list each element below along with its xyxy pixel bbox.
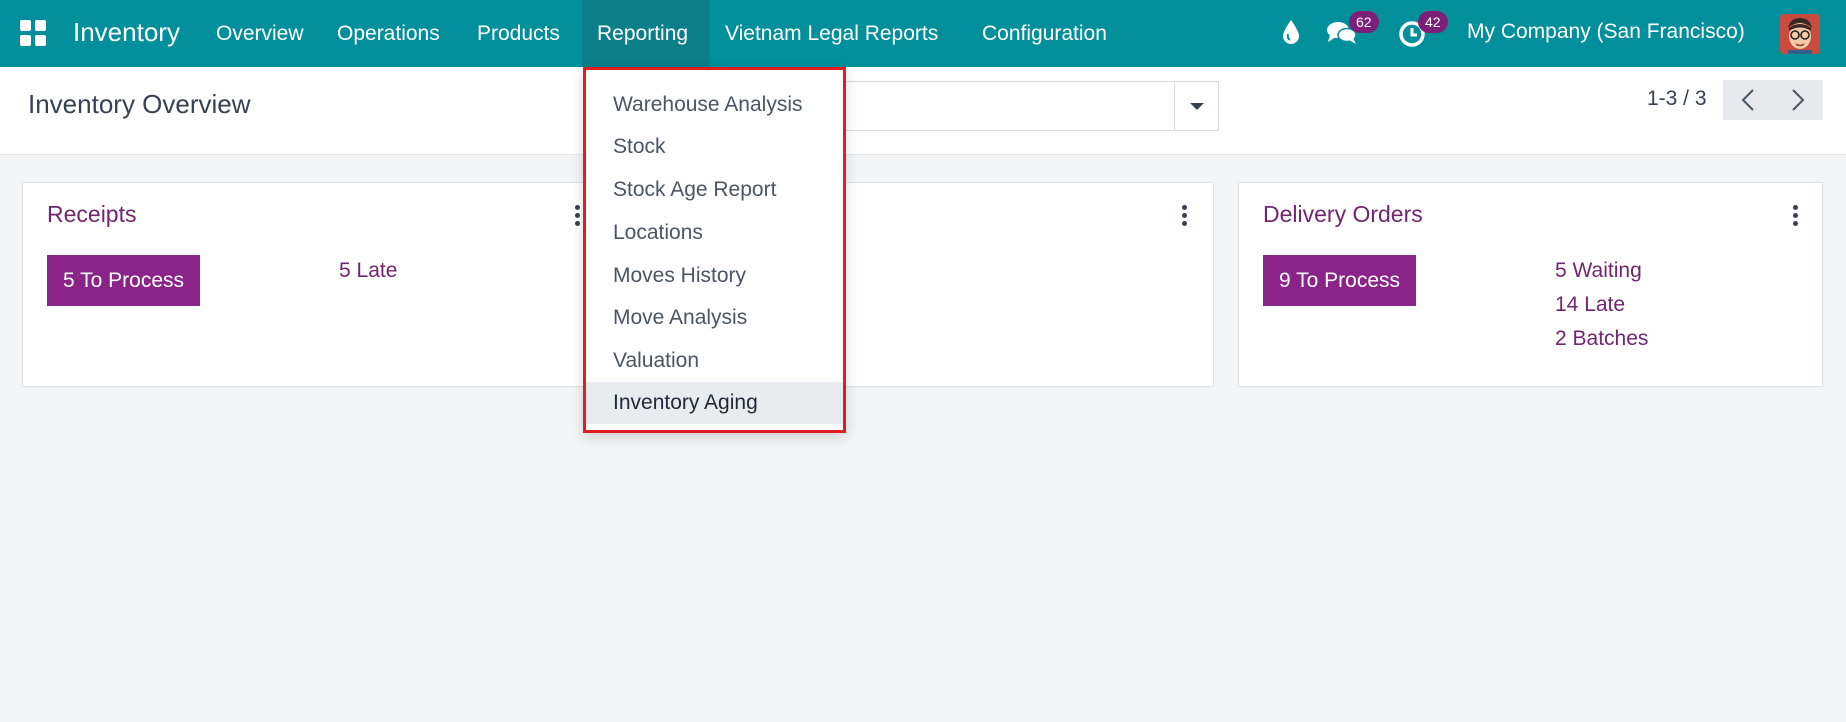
menu-item-valuation[interactable]: Valuation bbox=[586, 340, 843, 382]
pager-value[interactable]: 1-3 / 3 bbox=[1647, 87, 1707, 111]
app-grid-icon[interactable] bbox=[20, 20, 46, 46]
receipts-late-link[interactable]: 5 Late bbox=[339, 259, 397, 283]
delivery-waiting-link[interactable]: 5 Waiting bbox=[1555, 259, 1642, 283]
messages-badge: 62 bbox=[1349, 11, 1379, 33]
menu-configuration[interactable]: Configuration bbox=[967, 0, 1122, 67]
receipts-to-process-button[interactable]: 5 To Process bbox=[47, 255, 201, 306]
pager-previous-button[interactable] bbox=[1723, 80, 1773, 120]
delivery-kebab-icon[interactable] bbox=[1793, 205, 1799, 226]
page-title: Inventory Overview bbox=[28, 89, 251, 119]
middle-card-kebab-icon[interactable] bbox=[1182, 205, 1188, 226]
menu-item-warehouse-analysis[interactable]: Warehouse Analysis bbox=[586, 84, 843, 126]
menu-vietnam-legal-reports[interactable]: Vietnam Legal Reports bbox=[710, 0, 953, 67]
chevron-right-icon bbox=[1792, 89, 1805, 111]
menu-item-moves-history[interactable]: Moves History bbox=[586, 255, 843, 297]
droplet-icon[interactable] bbox=[1282, 19, 1300, 50]
search-input[interactable] bbox=[844, 81, 1219, 131]
control-panel: Inventory Overview 1-3 / 3 bbox=[0, 67, 1846, 155]
menu-reporting[interactable]: Reporting bbox=[582, 0, 709, 67]
delivery-to-process-button[interactable]: 9 To Process bbox=[1263, 255, 1417, 306]
menu-item-locations[interactable]: Locations bbox=[586, 212, 843, 254]
receipts-kebab-icon[interactable] bbox=[575, 205, 581, 226]
top-navbar: Inventory Overview Operations Products R… bbox=[0, 0, 1846, 67]
delivery-late-link[interactable]: 14 Late bbox=[1555, 293, 1625, 317]
caret-down-icon bbox=[1189, 102, 1204, 110]
activities-badge: 42 bbox=[1418, 11, 1448, 33]
user-avatar[interactable] bbox=[1780, 14, 1820, 54]
menu-operations[interactable]: Operations bbox=[322, 0, 455, 67]
menu-overview[interactable]: Overview bbox=[201, 0, 319, 67]
receipts-card: Receipts 5 To Process 5 Late bbox=[22, 182, 592, 387]
menu-item-move-analysis[interactable]: Move Analysis bbox=[586, 297, 843, 339]
menu-item-stock-age-report[interactable]: Stock Age Report bbox=[586, 169, 843, 211]
pager-next-button[interactable] bbox=[1773, 80, 1823, 120]
menu-products[interactable]: Products bbox=[462, 0, 575, 67]
menu-item-inventory-aging[interactable]: Inventory Aging bbox=[586, 382, 843, 424]
app-name[interactable]: Inventory bbox=[73, 17, 180, 48]
delivery-orders-title[interactable]: Delivery Orders bbox=[1263, 201, 1423, 228]
delivery-batches-link[interactable]: 2 Batches bbox=[1555, 327, 1648, 351]
delivery-orders-card: Delivery Orders 9 To Process 5 Waiting 1… bbox=[1238, 182, 1823, 387]
receipts-title[interactable]: Receipts bbox=[47, 201, 136, 228]
chevron-left-icon bbox=[1741, 89, 1754, 111]
reporting-dropdown-menu: Warehouse Analysis Stock Stock Age Repor… bbox=[583, 67, 846, 433]
company-switcher[interactable]: My Company (San Francisco) bbox=[1467, 20, 1745, 44]
search-options-toggle[interactable] bbox=[1174, 82, 1218, 130]
menu-item-stock[interactable]: Stock bbox=[586, 126, 843, 168]
